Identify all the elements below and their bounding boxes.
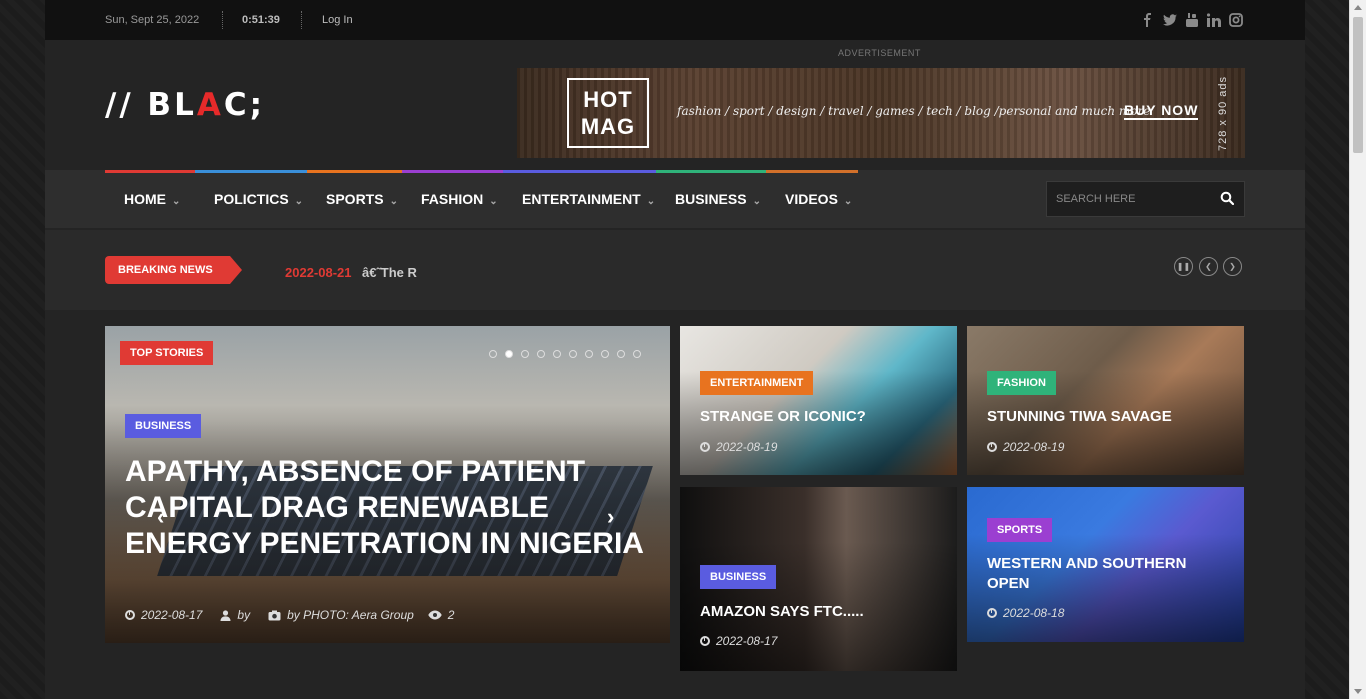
chevron-down-icon: ⌄ [294, 196, 304, 207]
category-badge[interactable]: BUSINESS [125, 414, 202, 438]
featured-date: 2022-08-17 [141, 608, 203, 622]
scroll-up-icon[interactable] [1354, 5, 1362, 10]
category-badge[interactable]: SPORTS [987, 518, 1053, 542]
main-navigation: HOME ⌄ POLICTICS ⌄ SPORTS ⌄ FASHION ⌄ ENTERT… [45, 170, 1305, 228]
story-meta: 2022-08-19 [700, 440, 777, 454]
story-card[interactable]: BUSINESS AMAZON SAYS FTC..... 2022-08-17 [680, 487, 957, 671]
advertisement-banner[interactable]: HOT MAG fashion / sport / design / trave… [517, 68, 1245, 158]
story-meta: 2022-08-19 [987, 440, 1064, 454]
author-label: by [237, 608, 251, 622]
instagram-icon[interactable] [1229, 13, 1243, 27]
chevron-down-icon: ⌄ [843, 196, 853, 207]
current-date: Sun, Sept 25, 2022 [105, 14, 200, 26]
clock-icon [700, 636, 710, 646]
user-icon [220, 609, 231, 621]
chevron-down-icon: ⌄ [489, 196, 498, 207]
facebook-icon[interactable] [1141, 13, 1155, 27]
chevron-down-icon: ⌄ [172, 196, 181, 207]
nav-item-entertainment[interactable]: ENTERTAINMENT ⌄ [503, 170, 656, 228]
clock-icon [987, 442, 997, 452]
slider-dot[interactable] [585, 350, 593, 358]
story-title[interactable]: STRANGE OR ICONIC? [700, 408, 940, 425]
chevron-left-icon[interactable]: ❮ [1199, 257, 1218, 276]
story-date: 2022-08-19 [716, 440, 778, 454]
ad-size-label: 728 x 90 ads [1217, 76, 1229, 151]
story-card[interactable]: ENTERTAINMENT STRANGE OR ICONIC? 2022-08… [680, 326, 957, 475]
story-meta: 2022-08-17 [700, 634, 777, 648]
featured-title[interactable]: APATHY, ABSENCE OF PATIENT CAPITAL DRAG … [125, 454, 655, 562]
slider-dot[interactable] [633, 350, 641, 358]
breaking-news-headline[interactable]: â€˜The R [362, 265, 417, 280]
category-badge[interactable]: FASHION [987, 371, 1056, 395]
featured-meta: 2022-08-17 by by PHOTO: Aera Group 2 [125, 608, 454, 622]
top-stories-badge: TOP STORIES [120, 341, 214, 365]
story-card[interactable]: SPORTS WESTERN AND SOUTHERN OPEN 2022-08… [967, 487, 1244, 642]
slider-dot[interactable] [553, 350, 561, 358]
ad-buy-now-button[interactable]: BUY NOW [1124, 102, 1199, 120]
site-logo[interactable]: // BLAC; [105, 87, 265, 123]
chevron-down-icon: ⌄ [752, 196, 761, 207]
slider-dot[interactable] [601, 350, 609, 358]
view-count: 2 [447, 608, 455, 622]
photo-credit: by PHOTO: Aera Group [287, 608, 414, 622]
breaking-news-label: BREAKING NEWS [105, 256, 242, 284]
nav-item-home[interactable]: HOME ⌄ [105, 170, 195, 228]
chevron-down-icon: ⌄ [389, 196, 398, 207]
slider-dot-active[interactable] [505, 350, 513, 358]
site-header: // BLAC; ADVERTISEMENT HOT MAG fashion /… [45, 40, 1305, 170]
category-badge[interactable]: ENTERTAINMENT [700, 371, 814, 395]
ad-tagline: fashion / sport / design / travel / game… [677, 104, 1151, 118]
search-input[interactable] [1047, 182, 1212, 216]
breaking-news-bar: BREAKING NEWS 2022-08-21 â€˜The R ❚❚ ❮ ❯ [45, 230, 1305, 310]
featured-slide[interactable]: TOP STORIES BUSINESS ‹ › APATHY, ABSENCE… [105, 326, 670, 643]
chevron-right-icon[interactable]: ❯ [1223, 257, 1242, 276]
story-title[interactable]: WESTERN AND SOUTHERN OPEN [987, 554, 1207, 594]
divider [301, 11, 302, 29]
social-links [1141, 13, 1243, 27]
top-bar: Sun, Sept 25, 2022 0:51:39 Log In [45, 0, 1305, 40]
search-icon[interactable] [1220, 191, 1234, 205]
search-box [1046, 181, 1245, 217]
youtube-icon[interactable] [1185, 13, 1199, 27]
site-container: Sun, Sept 25, 2022 0:51:39 Log In // BLA… [45, 0, 1305, 699]
current-time: 0:51:39 [242, 14, 280, 26]
breaking-news-date: 2022-08-21 [285, 265, 352, 280]
pause-icon[interactable]: ❚❚ [1174, 257, 1193, 276]
story-meta: 2022-08-18 [987, 606, 1064, 620]
slider-dot[interactable] [537, 350, 545, 358]
clock-icon [700, 442, 710, 452]
slider-dot[interactable] [489, 350, 497, 358]
story-date: 2022-08-17 [716, 634, 778, 648]
chevron-down-icon: ⌄ [646, 196, 656, 207]
slider-dot[interactable] [617, 350, 625, 358]
advertisement-label: ADVERTISEMENT [838, 48, 921, 58]
story-date: 2022-08-18 [1003, 606, 1065, 620]
nav-item-sports[interactable]: SPORTS ⌄ [307, 170, 402, 228]
scroll-down-icon[interactable] [1354, 689, 1362, 694]
story-title[interactable]: AMAZON SAYS FTC..... [700, 603, 940, 620]
story-title[interactable]: STUNNING TIWA SAVAGE [987, 408, 1227, 425]
camera-icon [268, 610, 281, 620]
nav-item-business[interactable]: BUSINESS ⌄ [656, 170, 766, 228]
clock-icon [125, 610, 135, 620]
divider [222, 11, 223, 29]
category-badge[interactable]: BUSINESS [700, 565, 777, 589]
slider-dots [489, 350, 641, 358]
clock-icon [987, 608, 997, 618]
twitter-icon[interactable] [1163, 13, 1177, 27]
eye-icon [428, 610, 442, 620]
nav-item-videos[interactable]: VIDEOS ⌄ [766, 170, 858, 228]
nav-item-fashion[interactable]: FASHION ⌄ [402, 170, 503, 228]
nav-item-polictics[interactable]: POLICTICS ⌄ [195, 170, 307, 228]
slider-dot[interactable] [521, 350, 529, 358]
scrollbar-thumb[interactable] [1353, 17, 1363, 153]
vertical-scrollbar[interactable] [1349, 0, 1366, 699]
linkedin-icon[interactable] [1206, 13, 1221, 27]
story-card[interactable]: FASHION STUNNING TIWA SAVAGE 2022-08-19 [967, 326, 1244, 475]
slider-dot[interactable] [569, 350, 577, 358]
login-link[interactable]: Log In [322, 14, 353, 26]
story-date: 2022-08-19 [1003, 440, 1065, 454]
ad-brand-box: HOT MAG [567, 78, 649, 148]
